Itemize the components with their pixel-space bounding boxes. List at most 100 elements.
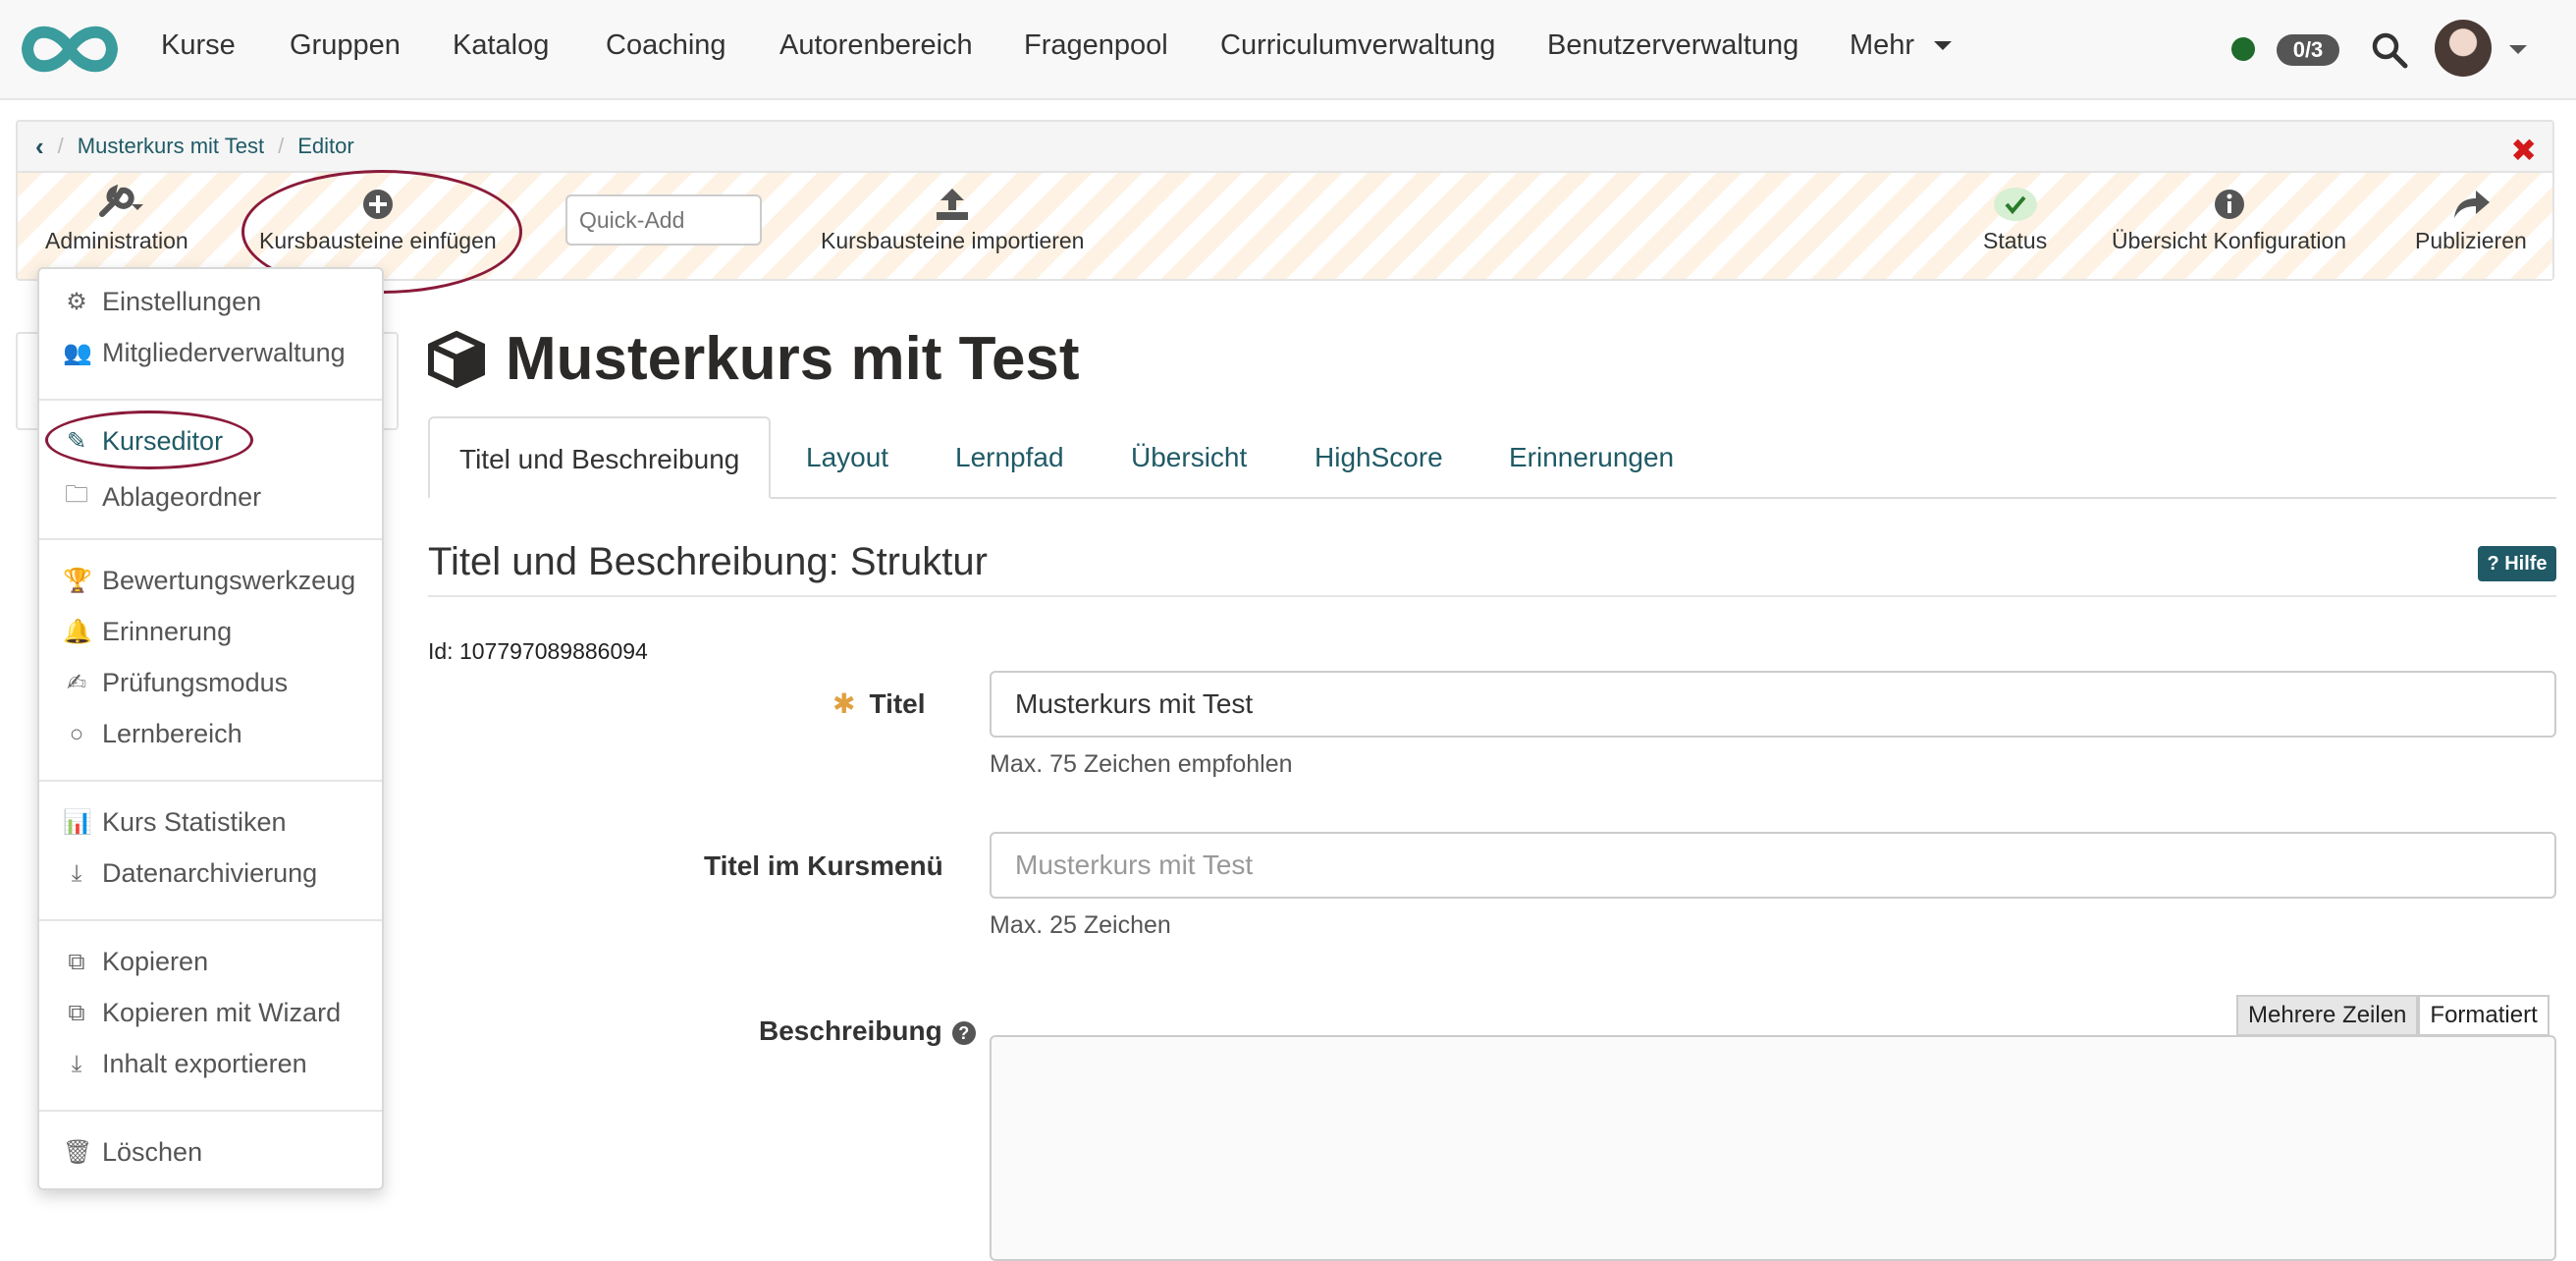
description-textarea[interactable] — [990, 1035, 2556, 1261]
editor-mode-toggle: Mehrere Zeilen Formatiert — [2236, 995, 2549, 1036]
menu-divider — [39, 919, 382, 921]
help-button[interactable]: ? Hilfe — [2478, 546, 2556, 581]
menu-item-kurs-statistiken[interactable]: 📊 Kurs Statistiken — [63, 807, 287, 838]
download-icon: ⤓ — [71, 1050, 82, 1077]
back-arrow-icon[interactable]: ‹ — [35, 132, 44, 162]
menu-title-label: Titel im Kursmenü — [704, 850, 943, 881]
nav-mehr-label: Mehr — [1850, 29, 1915, 61]
description-label: Beschreibung? — [759, 1015, 976, 1047]
menu-title-input[interactable]: Musterkurs mit Test — [990, 832, 2556, 899]
section-divider — [428, 595, 2556, 597]
menu-item-kopieren-mit-wizard[interactable]: ⧉ Kopieren mit Wizard — [63, 998, 341, 1028]
breadcrumb: ‹ / Musterkurs mit Test / Editor ✖ — [18, 122, 2552, 173]
trophy-icon: 🏆 — [63, 568, 92, 594]
course-title-text: Musterkurs mit Test — [506, 325, 1080, 393]
openolat-logo-icon[interactable] — [18, 18, 122, 81]
menu-item-label: Mitgliederverwaltung — [102, 338, 346, 367]
wrench-icon — [45, 184, 188, 224]
import-blocks-button[interactable]: Kursbausteine importieren — [821, 185, 1084, 254]
editor-toolbar: Administration Kursbausteine einfügen Ku… — [18, 173, 2552, 279]
help-circle-icon[interactable]: ? — [951, 1020, 976, 1045]
menu-item-label: Einstellungen — [102, 287, 262, 316]
menu-divider — [39, 1110, 382, 1112]
tab-bar: Titel und Beschreibung Layout Lernpfad Ü… — [428, 416, 2556, 499]
user-avatar[interactable] — [2435, 20, 2492, 77]
copy-icon: ⧉ — [68, 948, 85, 975]
folder-icon: 🗀 — [65, 481, 88, 508]
tab-titel-und-beschreibung[interactable]: Titel und Beschreibung — [428, 416, 772, 499]
nav-coaching[interactable]: Coaching — [606, 29, 726, 62]
menu-item-label: Kurseditor — [102, 426, 224, 456]
users-icon: 👥 — [63, 340, 92, 366]
description-label-text: Beschreibung — [759, 1015, 942, 1046]
menu-item-label: Kurs Statistiken — [102, 807, 287, 837]
nav-autorenbereich[interactable]: Autorenbereich — [779, 29, 973, 62]
nav-kurse[interactable]: Kurse — [161, 29, 236, 62]
edit-icon: ✎ — [66, 428, 87, 455]
editor-panel: ‹ / Musterkurs mit Test / Editor ✖ Admin… — [16, 120, 2554, 281]
menu-item-kopieren[interactable]: ⧉ Kopieren — [63, 947, 208, 977]
tab-uebersicht[interactable]: Übersicht — [1131, 416, 1247, 499]
title-input[interactable]: Musterkurs mit Test — [990, 671, 2556, 738]
bell-icon: 🔔 — [63, 619, 92, 645]
notification-count-badge[interactable]: 0/3 — [2277, 34, 2339, 66]
search-icon[interactable] — [2371, 31, 2408, 69]
online-status-icon[interactable] — [2231, 37, 2255, 61]
menu-item-label: Ablageordner — [102, 482, 262, 512]
menu-divider — [39, 538, 382, 540]
publish-label: Publizieren — [2415, 228, 2527, 253]
section-title: Titel und Beschreibung: Struktur — [428, 540, 988, 583]
bar-chart-icon: 📊 — [63, 809, 92, 836]
overview-config-label: Übersicht Konfiguration — [2112, 228, 2347, 253]
quick-add-input[interactable] — [565, 194, 762, 246]
menu-title-hint: Max. 25 Zeichen — [990, 911, 1171, 939]
menu-item-bewertungswerkzeug[interactable]: 🏆 Bewertungswerkzeug — [63, 566, 355, 596]
menu-item-einstellungen[interactable]: ⚙ Einstellungen — [63, 287, 261, 317]
menu-item-mitgliederverwaltung[interactable]: 👥 Mitgliederverwaltung — [63, 338, 346, 368]
nav-curriculumverwaltung[interactable]: Curriculumverwaltung — [1220, 29, 1495, 62]
insert-blocks-button[interactable]: Kursbausteine einfügen — [259, 185, 497, 254]
administration-label: Administration — [45, 228, 188, 253]
help-label: Hilfe — [2504, 553, 2548, 575]
import-blocks-label: Kursbausteine importieren — [821, 228, 1085, 253]
tab-layout[interactable]: Layout — [806, 416, 888, 499]
menu-item-kurseditor[interactable]: ✎ Kurseditor — [63, 426, 223, 457]
menu-item-label: Erinnerung — [102, 617, 233, 646]
menu-item-lernbereich[interactable]: ○ Lernbereich — [63, 719, 242, 749]
insert-blocks-label: Kursbausteine einfügen — [259, 228, 497, 253]
nav-gruppen[interactable]: Gruppen — [290, 29, 401, 62]
menu-item-datenarchivierung[interactable]: ⤓ Datenarchivierung — [63, 858, 317, 889]
breadcrumb-editor[interactable]: Editor — [297, 134, 353, 159]
menu-item-loeschen[interactable]: 🗑 Löschen — [63, 1137, 202, 1168]
menu-item-erinnerung[interactable]: 🔔 Erinnerung — [63, 617, 232, 647]
menu-divider — [39, 399, 382, 401]
mode-formatted-button[interactable]: Formatiert — [2418, 995, 2549, 1036]
menu-item-inhalt-exportieren[interactable]: ⤓ Inhalt exportieren — [63, 1049, 307, 1079]
node-id-text: Id: 107797089886094 — [428, 638, 648, 664]
menu-item-pruefungsmodus[interactable]: ✍ Prüfungsmodus — [63, 668, 288, 698]
nav-benutzerverwaltung[interactable]: Benutzerverwaltung — [1547, 29, 1798, 62]
overview-config-button[interactable]: Übersicht Konfiguration — [2112, 185, 2346, 254]
title-label-text: Titel — [869, 688, 926, 719]
breadcrumb-course[interactable]: Musterkurs mit Test — [78, 134, 264, 159]
nav-mehr-dropdown[interactable]: Mehr — [1850, 29, 1953, 62]
menu-item-label: Datenarchivierung — [102, 858, 318, 888]
close-icon[interactable]: ✖ — [2510, 132, 2537, 169]
status-button[interactable]: Status — [1983, 185, 2047, 254]
publish-button[interactable]: Publizieren — [2415, 185, 2527, 254]
chevron-down-icon[interactable] — [2509, 45, 2527, 54]
mode-multiline-button[interactable]: Mehrere Zeilen — [2236, 995, 2419, 1036]
tab-lernpfad[interactable]: Lernpfad — [955, 416, 1064, 499]
circle-icon: ○ — [69, 720, 84, 747]
cube-icon — [428, 330, 485, 388]
menu-item-ablageordner[interactable]: 🗀 Ablageordner — [63, 477, 261, 518]
administration-button[interactable]: Administration — [45, 184, 188, 254]
chevron-down-icon — [1934, 41, 1953, 50]
nav-katalog[interactable]: Katalog — [453, 29, 549, 62]
tab-highscore[interactable]: HighScore — [1315, 416, 1443, 499]
required-asterisk-icon: ✱ — [832, 688, 856, 719]
breadcrumb-separator: / — [278, 134, 285, 158]
nav-fragenpool[interactable]: Fragenpool — [1024, 29, 1168, 62]
tab-erinnerungen[interactable]: Erinnerungen — [1509, 416, 1674, 499]
exam-icon: ✍ — [66, 670, 87, 696]
